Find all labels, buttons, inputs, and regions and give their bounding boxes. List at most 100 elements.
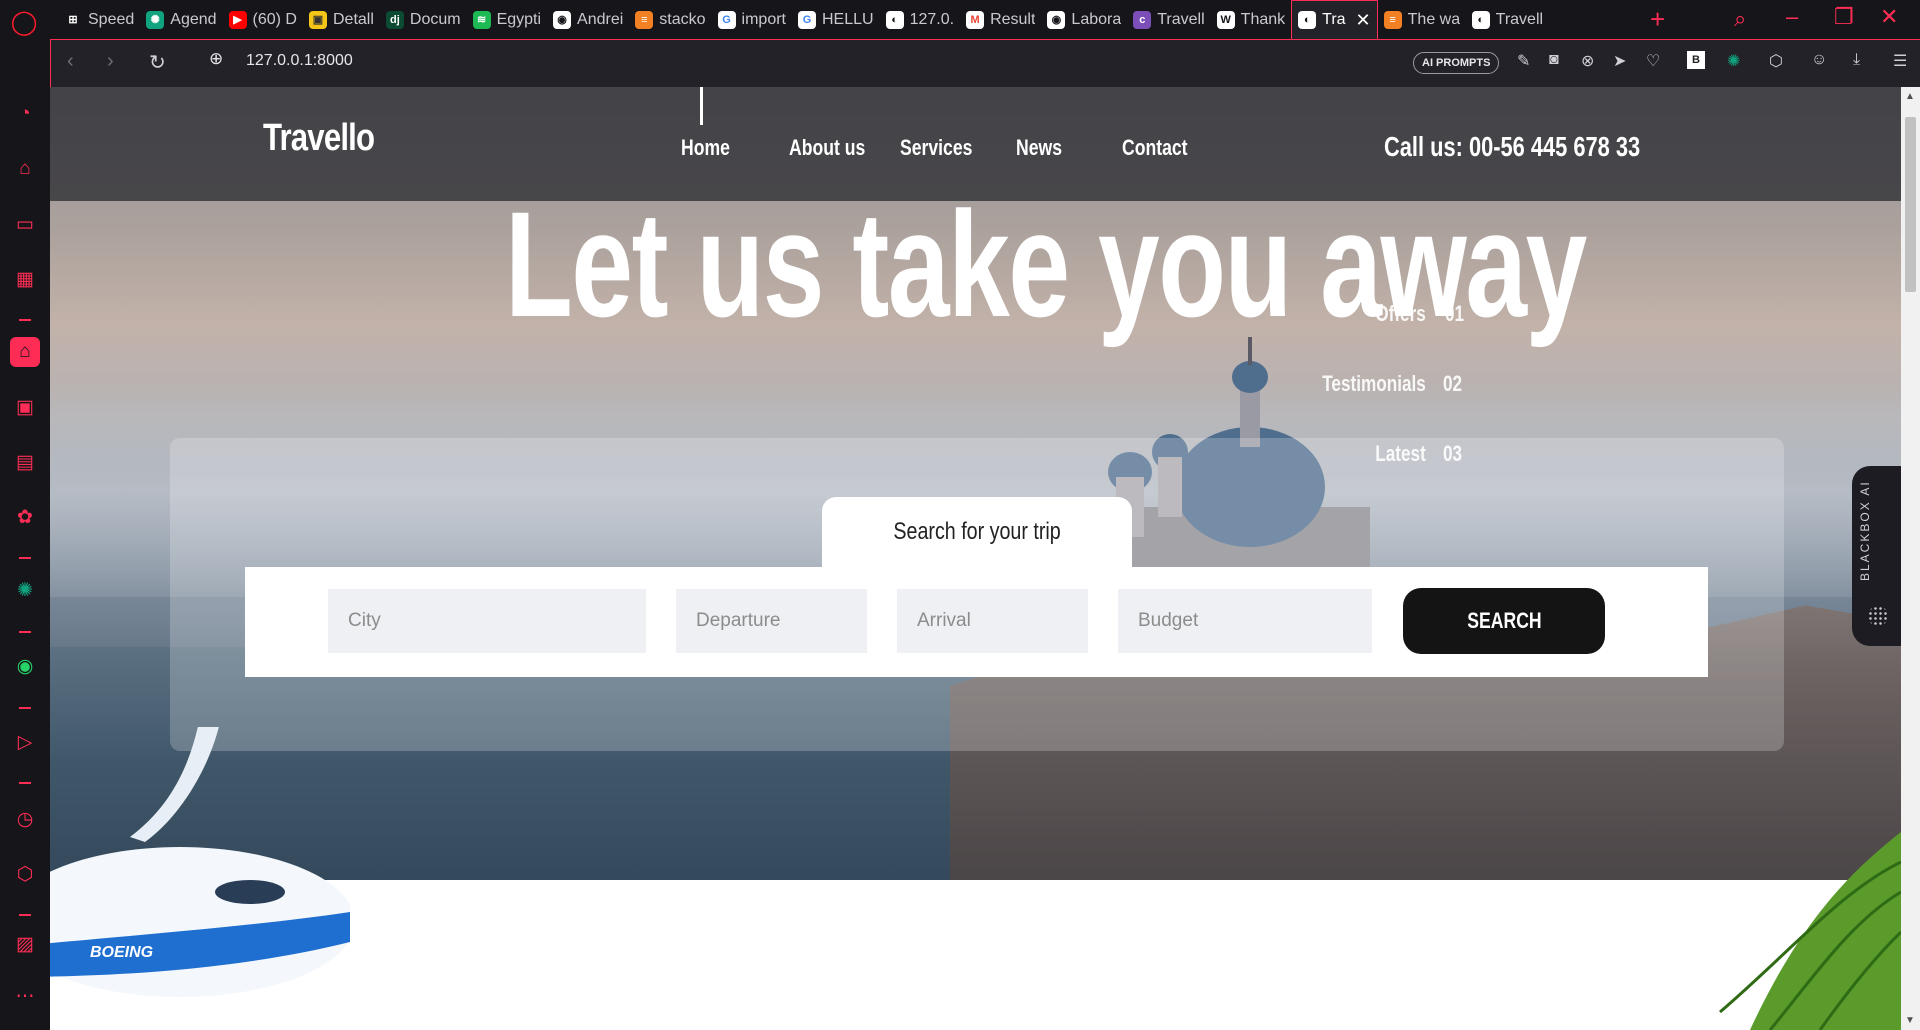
- side-link-testimonials[interactable]: Testimonials: [1322, 371, 1426, 397]
- browser-tab[interactable]: ≡ The wa: [1378, 0, 1466, 39]
- puzzle-icon[interactable]: ✿: [10, 502, 40, 532]
- browser-tab[interactable]: ✺ Agend: [140, 0, 222, 39]
- tab-title: Tra: [1322, 11, 1346, 28]
- speed-dial-icon[interactable]: ◔: [10, 99, 40, 129]
- budget-input[interactable]: [1118, 589, 1372, 653]
- search-tab[interactable]: Search for your trip: [822, 497, 1132, 567]
- send-icon[interactable]: ➤: [1613, 51, 1626, 71]
- side-num-latest: 03: [1443, 441, 1463, 466]
- forward-icon[interactable]: ›: [107, 50, 114, 73]
- scroll-thumb[interactable]: [1905, 117, 1916, 292]
- camera-icon[interactable]: ◙: [1549, 51, 1559, 69]
- sidebar-divider: [19, 631, 31, 633]
- browser-tab-bar: ◯ ⊞ Speed ✺ Agend ▶ (60) D ▣ Detall dj Docum ≋ Egyp…: [0, 0, 1920, 39]
- browser-tab[interactable]: M Result: [960, 0, 1041, 39]
- opera-logo-icon[interactable]: ◯: [8, 6, 40, 38]
- site-logo[interactable]: Travello: [263, 117, 375, 160]
- browser-tab[interactable]: ◐ 127.0.: [880, 0, 960, 39]
- page-scrollbar[interactable]: ▲ ▼: [1901, 87, 1920, 1030]
- easy-setup-icon[interactable]: ☰: [1893, 51, 1907, 71]
- active-nav-marker: [700, 87, 703, 125]
- ai-prompts-button[interactable]: AI PROMPTS: [1413, 52, 1500, 74]
- download-icon[interactable]: ⤓: [1853, 51, 1860, 69]
- browser-tab[interactable]: ◐ Tra ✕: [1291, 0, 1378, 39]
- side-link-offers[interactable]: Offers: [1375, 301, 1426, 327]
- browser-tab[interactable]: ◉ Andrei: [547, 0, 629, 39]
- search-button[interactable]: SEARCH: [1403, 588, 1605, 654]
- tab-favicon-icon: ≋: [472, 10, 491, 29]
- browser-tab[interactable]: ≡ stacko: [629, 0, 711, 39]
- sidebar-divider: [19, 707, 31, 709]
- browser-tab[interactable]: ◐ Travell: [1466, 0, 1549, 39]
- scroll-up-icon[interactable]: ▲: [1905, 91, 1915, 102]
- history-icon[interactable]: ◷: [10, 804, 40, 834]
- sidebar-divider: [19, 319, 31, 321]
- search-form: SEARCH: [245, 567, 1708, 677]
- tab-search-icon[interactable]: ⌕: [1734, 6, 1746, 32]
- browser-tab[interactable]: ≋ Egypti: [467, 0, 547, 39]
- chip-icon[interactable]: ▦: [10, 264, 40, 294]
- tab-favicon-icon: ◉: [553, 10, 572, 29]
- arrival-input[interactable]: [897, 589, 1088, 653]
- new-tab-icon[interactable]: +: [1650, 4, 1665, 35]
- gamepad-icon[interactable]: ▣: [10, 392, 40, 422]
- sidebar-divider: [19, 557, 31, 559]
- extension-gpt-icon[interactable]: ✺: [1727, 51, 1740, 71]
- tab-title: Agend: [170, 10, 217, 28]
- nav-services[interactable]: Services: [900, 135, 972, 161]
- whatsapp-icon[interactable]: ◉: [10, 651, 40, 681]
- cube-icon[interactable]: ⬡: [10, 859, 40, 889]
- bookmark-b-icon[interactable]: B: [1687, 51, 1705, 69]
- browser-tab[interactable]: ◉ Labora: [1041, 0, 1127, 39]
- reload-icon[interactable]: ↻: [149, 50, 166, 75]
- url-text[interactable]: 127.0.0.1:8000: [246, 52, 353, 70]
- home-icon[interactable]: ⌂: [10, 337, 40, 367]
- tab-close-icon[interactable]: ✕: [1356, 10, 1371, 31]
- browser-tab[interactable]: ⊞ Speed: [58, 0, 140, 39]
- scroll-down-icon[interactable]: ▼: [1905, 1015, 1915, 1026]
- back-icon[interactable]: ‹: [67, 50, 74, 73]
- tab-favicon-icon: W: [1216, 10, 1235, 29]
- browser-tab[interactable]: c Travell: [1127, 0, 1210, 39]
- nav-home[interactable]: Home: [681, 135, 730, 161]
- nav-contact[interactable]: Contact: [1122, 135, 1188, 161]
- browser-tab[interactable]: Gimport: [712, 0, 792, 39]
- tab-title: 127.0.: [909, 10, 955, 28]
- tab-favicon-icon: M: [966, 10, 985, 29]
- restore-icon[interactable]: ❐: [1834, 4, 1854, 30]
- browser-tab[interactable]: G HELLU: [792, 0, 880, 39]
- nav-about-us[interactable]: About us: [789, 135, 865, 161]
- chatgpt-icon[interactable]: ✺: [10, 575, 40, 605]
- browser-sidebar: ◔ ⌂ ▭ ▦ ⌂ ▣ ▤ ✿ ✺ ◉ ▷ ◷ ⬡ ▨ ⋯: [0, 39, 50, 1030]
- browser-tab[interactable]: ▶ (60) D: [223, 0, 303, 39]
- gallery-icon[interactable]: ▨: [10, 929, 40, 959]
- minimize-icon[interactable]: –: [1786, 4, 1798, 30]
- blackbox-ai-widget[interactable]: BLACKBOX AI: [1852, 466, 1901, 646]
- side-link-latest[interactable]: Latest: [1375, 441, 1426, 467]
- more-icon[interactable]: ⋯: [10, 981, 40, 1011]
- departure-input[interactable]: [676, 589, 867, 653]
- browser-tab[interactable]: W Thank: [1211, 0, 1291, 39]
- extensions-cube-icon[interactable]: ⬡: [1769, 51, 1783, 71]
- browser-tab[interactable]: ▣ Detall: [303, 0, 380, 39]
- player-icon[interactable]: ▷: [10, 727, 40, 757]
- briefcase-icon[interactable]: ▤: [10, 447, 40, 477]
- twitch-icon[interactable]: ▭: [10, 209, 40, 239]
- profile-icon[interactable]: ☺: [1811, 51, 1827, 69]
- palm-leaf-image: [1719, 832, 1901, 1030]
- tab-title: Andrei: [577, 10, 624, 28]
- nav-news[interactable]: News: [1016, 135, 1062, 161]
- heart-icon[interactable]: ♡: [1646, 51, 1660, 71]
- airplane-image: BOEING: [50, 727, 350, 997]
- city-input[interactable]: [328, 589, 646, 653]
- block-icon[interactable]: ⊗: [1581, 51, 1594, 71]
- tab-favicon-icon: ◐: [885, 10, 904, 29]
- close-window-icon[interactable]: ✕: [1880, 4, 1898, 30]
- tab-title: (60) D: [252, 10, 297, 28]
- bag-icon[interactable]: ⌂: [10, 154, 40, 184]
- browser-tab[interactable]: dj Docum: [380, 0, 467, 39]
- side-num-offers: 01: [1445, 301, 1465, 326]
- edit-icon[interactable]: ✎: [1517, 51, 1530, 71]
- url-field[interactable]: [183, 45, 1483, 81]
- site-info-icon[interactable]: ⊕: [209, 49, 223, 69]
